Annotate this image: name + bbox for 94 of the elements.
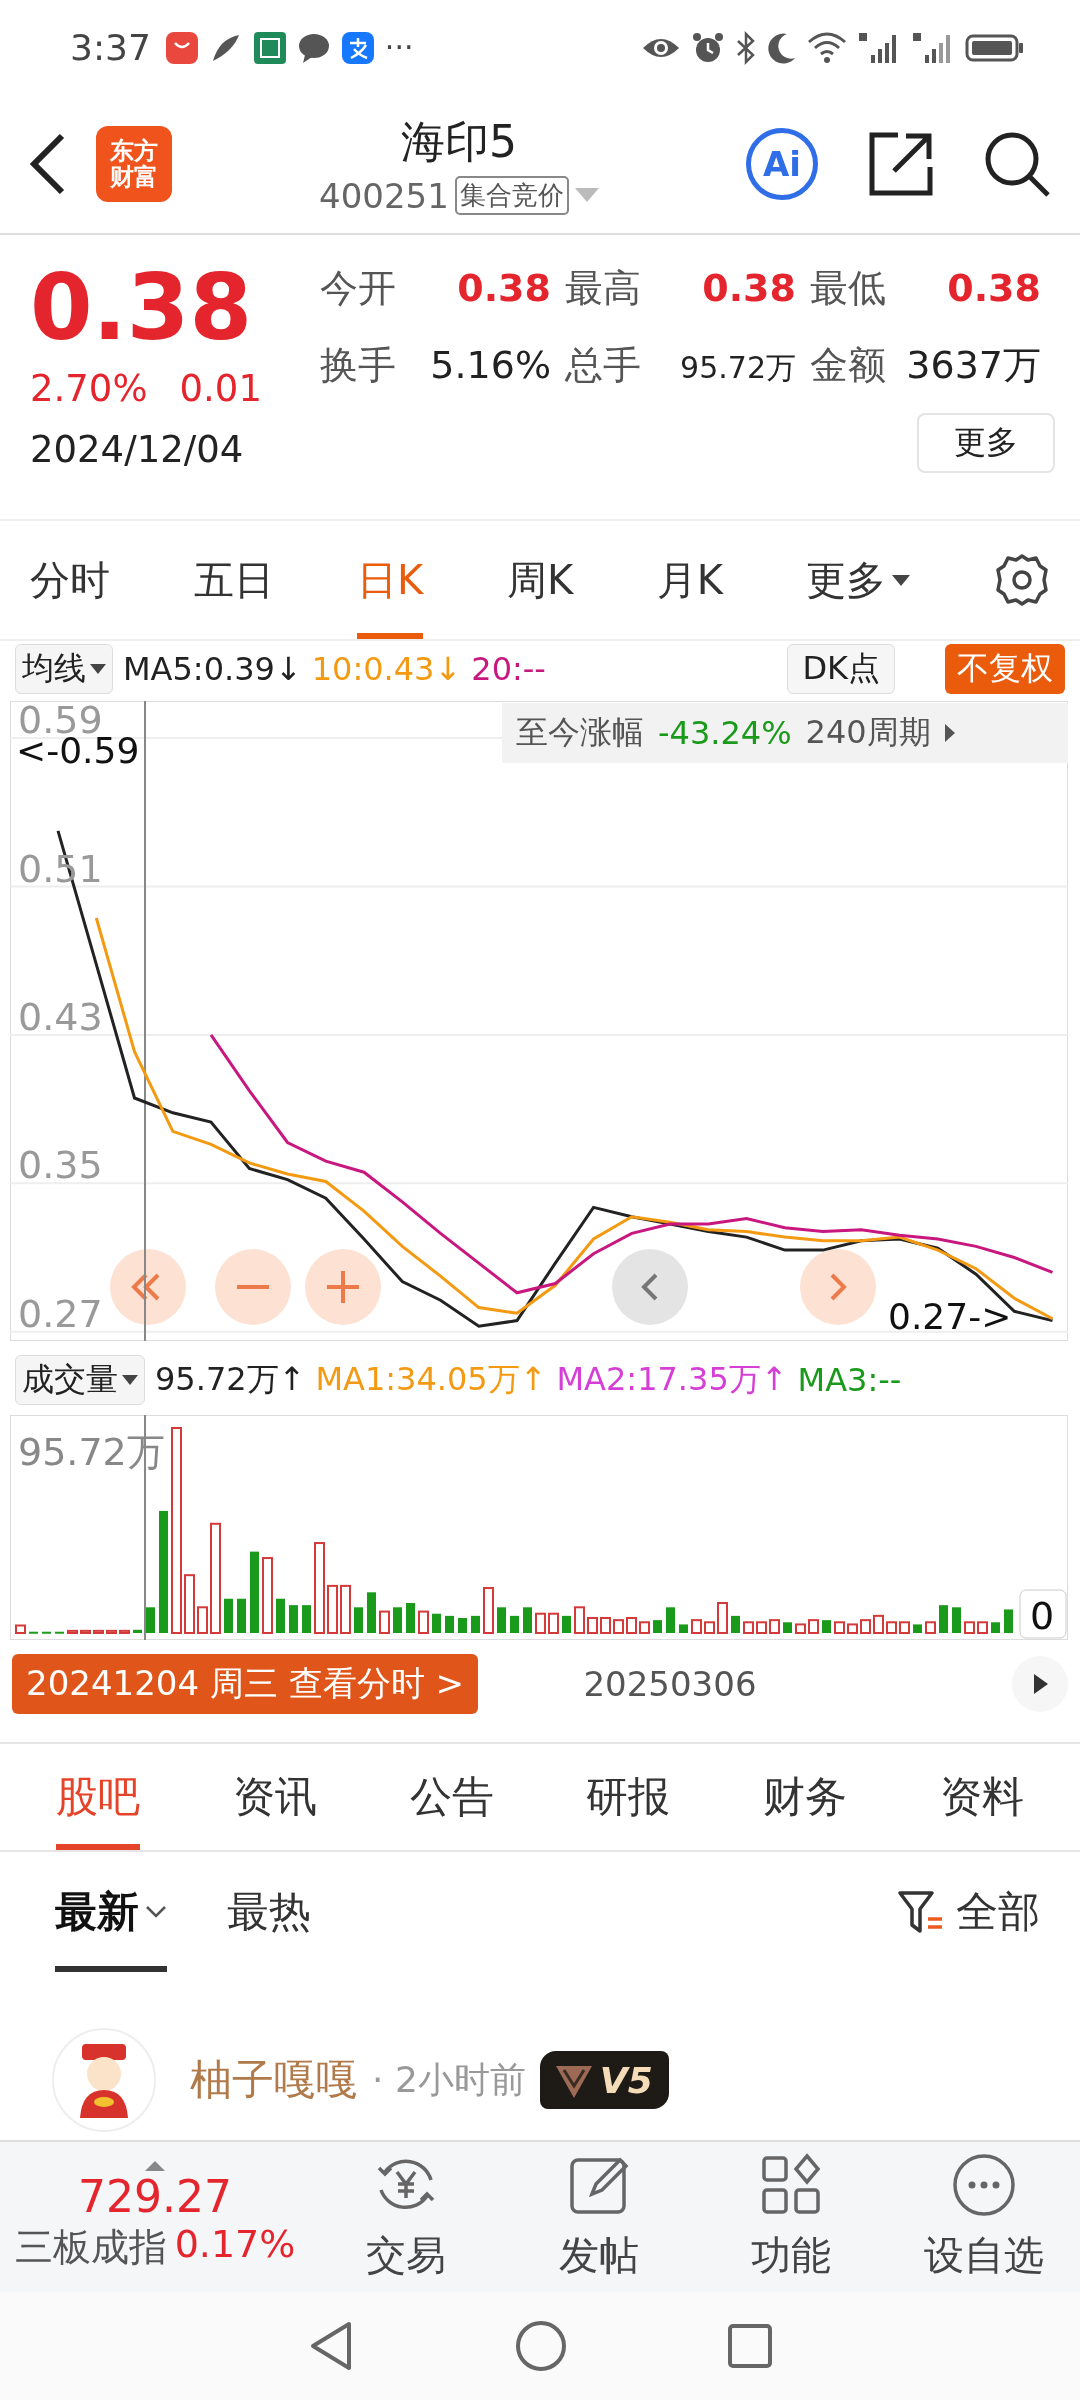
stock-name: 海印5 — [401, 114, 517, 169]
app-logo: 东方 财富 — [96, 126, 172, 202]
stock-code: 400251 — [319, 175, 449, 216]
content-tab[interactable]: 财务 — [762, 1744, 847, 1850]
dk-button[interactable]: DK点 — [787, 644, 895, 694]
ma-value: 20:-- — [471, 650, 546, 688]
zoom-in-button[interactable] — [305, 1249, 381, 1325]
stat-value: 95.72万 — [680, 349, 796, 387]
ma-value: 10:0.43↓ — [311, 650, 462, 688]
more-button[interactable]: 更多 — [917, 413, 1055, 473]
wifi-icon — [807, 31, 847, 64]
more-notifications: ··· — [384, 30, 414, 65]
volume-ma-value: MA2:17.35万↑ — [556, 1359, 788, 1400]
stat-value: 5.16% — [430, 343, 551, 387]
content-tab[interactable]: 股吧 — [56, 1744, 141, 1850]
filter-label[interactable]: 全部 — [956, 1884, 1040, 1940]
quote-date: 2024/12/04 — [30, 428, 245, 471]
view-intraday-button[interactable]: 20241204 周三 查看分时 > — [12, 1654, 478, 1714]
auction-tag: 集合竞价 — [454, 176, 569, 215]
range-panel[interactable]: 至今涨幅 -43.24% 240周期 — [502, 703, 1068, 763]
index-change: 0.17% — [174, 2222, 296, 2268]
index-name: 三板成指 — [14, 2224, 167, 2271]
play-icon[interactable] — [1012, 1656, 1068, 1712]
stat-label: 总手 — [565, 342, 641, 389]
range-period: 240周期 — [805, 712, 931, 753]
stat-value: 0.38 — [947, 269, 1041, 307]
range-label: 至今涨幅 — [516, 712, 644, 753]
moon-icon — [767, 31, 797, 64]
adjust-button[interactable]: 不复权 — [945, 644, 1065, 694]
change-amount: 0.01 — [179, 367, 262, 410]
ai-button[interactable]: Ai — [746, 128, 818, 200]
app-icon — [252, 30, 287, 65]
bottom-action[interactable]: 功能 — [695, 2151, 888, 2283]
up-triangle-icon — [145, 2161, 165, 2171]
period-tab[interactable]: 五日 — [193, 521, 274, 639]
next-button[interactable] — [800, 1249, 876, 1325]
period-tab[interactable]: 月K — [656, 521, 723, 639]
settings-icon[interactable] — [994, 552, 1050, 608]
low-marker: 0.27-> — [888, 1296, 1012, 1337]
bottom-action[interactable]: 设自选 — [887, 2151, 1080, 2283]
fast-back-button[interactable] — [110, 1249, 186, 1325]
current-price: 0.38 — [30, 263, 254, 353]
stat-label: 换手 — [320, 342, 396, 389]
sort-tab[interactable]: 最新 — [55, 1852, 167, 1972]
bluetooth-icon — [735, 30, 757, 65]
bottom-action[interactable]: 交易 — [310, 2151, 503, 2283]
volume-ma-value: MA1:34.05万↑ — [315, 1359, 547, 1400]
ma-value: MA5:0.39↓ — [123, 650, 302, 688]
alarm-icon — [691, 30, 725, 65]
zoom-out-button[interactable] — [215, 1249, 291, 1325]
period-tab[interactable]: 分时 — [30, 521, 110, 639]
change-percent: 2.70% — [30, 367, 148, 410]
stat-value: 3637万 — [906, 342, 1041, 389]
volume-value: 95.72万↑ — [155, 1359, 306, 1400]
caret-icon — [944, 724, 955, 742]
share-icon[interactable] — [868, 131, 934, 197]
sort-tab[interactable]: 最热 — [227, 1852, 311, 1972]
stat-label: 最低 — [810, 265, 886, 312]
stat-label: 金额 — [810, 342, 886, 389]
pay-app-icon — [340, 30, 375, 65]
content-tab[interactable]: 资讯 — [233, 1744, 317, 1850]
battery-icon — [965, 32, 1025, 63]
caret-icon — [122, 1374, 138, 1386]
stat-label: 今开 — [320, 265, 396, 312]
author-name[interactable]: 柚子嘎嘎 — [190, 2052, 358, 2108]
content-tab[interactable]: 研报 — [586, 1744, 671, 1850]
stat-label: 最高 — [565, 265, 641, 312]
recents-nav-icon[interactable] — [727, 2323, 773, 2369]
axis-date: 20250306 — [582, 1664, 758, 1704]
price-tick: 0.27 — [18, 1291, 103, 1336]
indicator-select[interactable]: 均线 — [15, 644, 113, 694]
volume-min-label: 0 — [1030, 1594, 1055, 1638]
home-nav-icon[interactable] — [515, 2320, 567, 2372]
status-time: 3:37 — [70, 27, 151, 68]
period-tab[interactable]: 日K — [357, 521, 424, 639]
index-value: 729.27 — [78, 2171, 232, 2222]
stat-value: 0.38 — [457, 269, 551, 307]
price-tick: 0.43 — [18, 994, 103, 1039]
caret-icon — [90, 663, 106, 675]
post-time: · 2小时前 — [372, 2057, 526, 2102]
stat-value: 0.38 — [702, 269, 796, 307]
app-store-icon — [164, 30, 199, 65]
bottom-action[interactable]: 发帖 — [502, 2151, 695, 2283]
previous-button[interactable] — [612, 1249, 688, 1325]
range-value: -43.24% — [658, 714, 792, 752]
content-tab[interactable]: 公告 — [409, 1744, 494, 1850]
more-icon — [950, 2151, 1017, 2218]
volume-ma-value: MA3:-- — [797, 1361, 902, 1399]
level-badge: V5 — [539, 2051, 669, 2109]
volume-select[interactable]: 成交量 — [15, 1355, 145, 1405]
price-tick: 0.35 — [18, 1143, 103, 1188]
content-tab[interactable]: 资料 — [939, 1744, 1024, 1850]
period-tab[interactable]: 更多 — [806, 521, 911, 639]
period-tab[interactable]: 周K — [506, 521, 574, 639]
